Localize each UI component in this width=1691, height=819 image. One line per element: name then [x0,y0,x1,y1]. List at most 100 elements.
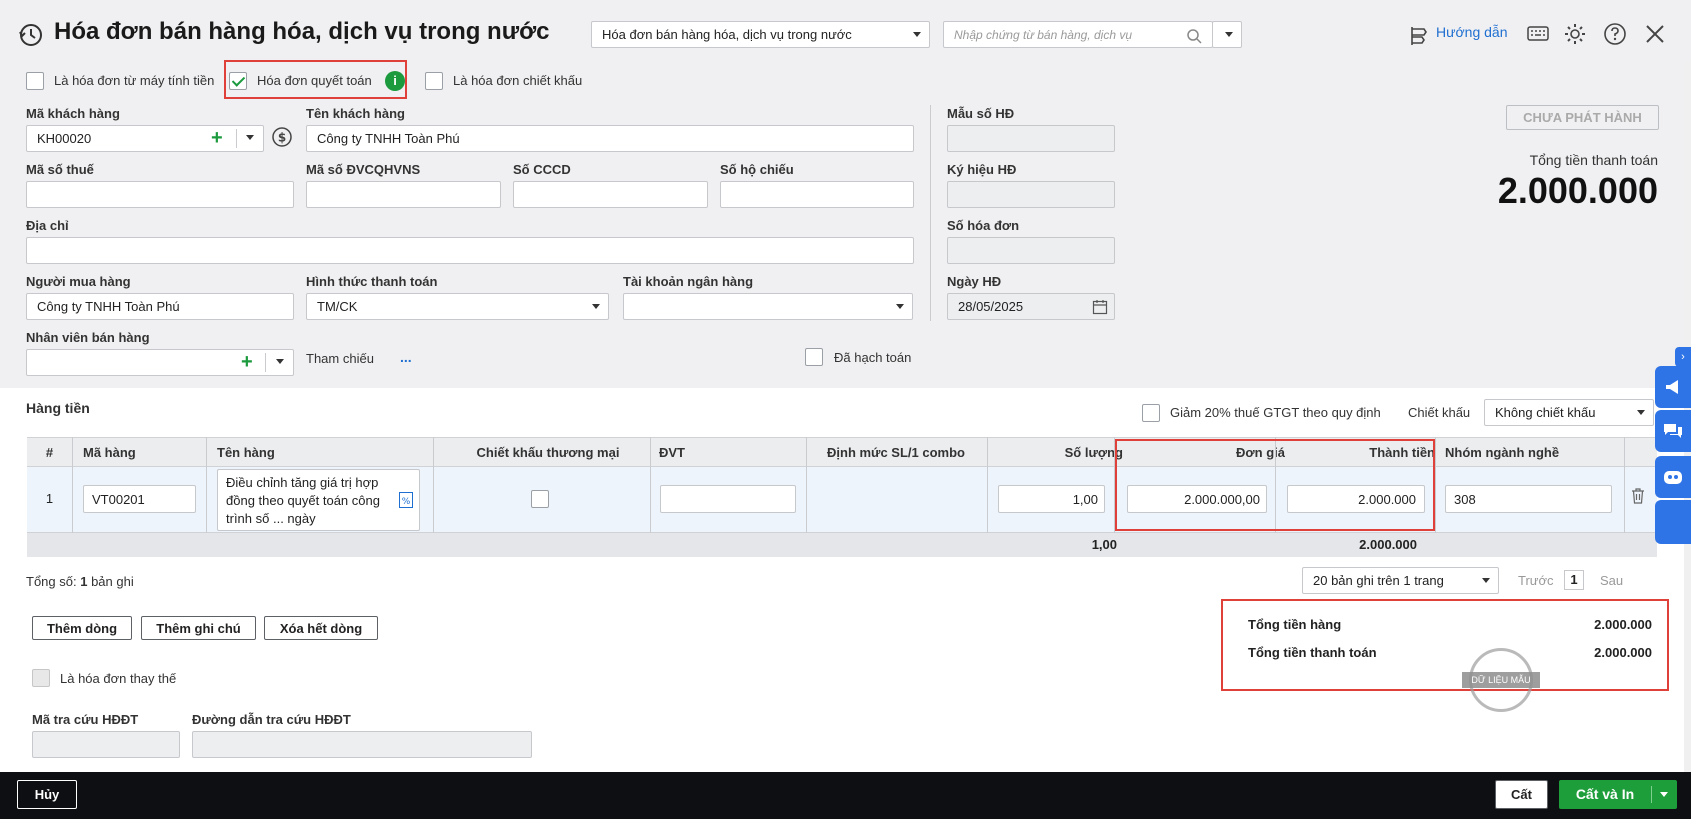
help-icon[interactable] [1603,22,1627,46]
save-print-label: Cất và In [1575,786,1635,802]
next-page-button[interactable]: Sau [1600,573,1623,588]
posted-checkbox[interactable] [805,348,823,366]
customer-code-value: KH00020 [37,131,92,146]
calendar-icon[interactable] [1092,299,1108,315]
chevron-down-icon [246,135,254,140]
item-name-input[interactable]: Điều chỉnh tăng giá trị hợp đồng theo qu… [217,469,420,531]
trade-discount-checkbox[interactable] [531,490,549,508]
posted-label: Đã hạch toán [834,350,912,365]
svg-text:%: % [402,497,411,507]
invoice-type-value: Hóa đơn bán hàng hóa, dịch vụ trong nước [602,27,852,42]
lookup-code-input [32,731,180,758]
history-icon[interactable] [18,22,44,48]
customer-name-label: Tên khách hàng [306,106,405,121]
page-size-select[interactable]: 20 bản ghi trên 1 trang [1302,567,1499,594]
budget-code-input[interactable] [306,181,501,208]
unit-input[interactable] [660,485,796,513]
reference-more-link[interactable]: ... [400,349,412,365]
cash-register-checkbox[interactable] [26,72,44,90]
payment-method-label: Hình thức thanh toán [306,274,438,289]
column-divider [1435,437,1436,533]
invoice-date-input[interactable]: 28/05/2025 [947,293,1115,320]
side-tab-announcements[interactable] [1655,366,1691,408]
cccd-label: Số CCCD [513,162,571,177]
template-label: Mẫu số HĐ [947,106,1015,121]
cancel-button[interactable]: Hủy [17,780,77,809]
replacement-invoice-checkbox[interactable] [32,669,50,687]
reference-label: Tham chiếu [306,351,374,366]
customer-code-input[interactable]: KH00020 [26,125,264,152]
side-tab-chat[interactable] [1655,410,1691,452]
column-header-index: # [45,445,54,460]
save-print-dropdown[interactable] [1651,780,1677,809]
chevron-down-icon [1482,578,1490,583]
column-header-quantity[interactable]: Số lượng [987,438,1123,467]
total-payment-amount: 2.000.000 [1497,170,1658,211]
industry-input[interactable]: 308 [1445,485,1612,513]
settlement-invoice-checkbox[interactable] [229,72,247,90]
lookup-url-label: Đường dẫn tra cứu HĐĐT [192,712,351,727]
column-divider [1624,437,1625,533]
add-icon[interactable]: + [241,349,253,376]
keyboard-icon[interactable] [1526,23,1550,45]
item-code-input[interactable]: VT00201 [83,485,196,513]
delete-all-rows-button[interactable]: Xóa hết dòng [264,616,378,640]
side-collapse-toggle[interactable]: › [1675,347,1691,367]
chevron-down-icon [896,304,904,309]
column-header-trade-discount[interactable]: Chiết khấu thương mại [433,438,663,467]
search-dropdown-button[interactable] [1212,21,1242,48]
address-input[interactable] [26,237,914,264]
tax-code-input[interactable] [26,181,294,208]
cccd-input[interactable] [513,181,708,208]
footer-bar: Hủy Cất Cất và In [0,772,1691,819]
payment-method-value: TM/CK [317,299,358,314]
guide-icon[interactable] [1406,24,1430,48]
customer-name-input[interactable]: Công ty TNHH Toàn Phú [306,125,914,152]
page-title: Hóa đơn bán hàng hóa, dịch vụ trong nước [54,18,550,45]
column-header-industry[interactable]: Nhóm ngành nghề [1445,438,1559,467]
close-icon[interactable] [1645,24,1665,44]
side-tab-assistant[interactable] [1655,456,1691,498]
buyer-input[interactable]: Công ty TNHH Toàn Phú [26,293,294,320]
customer-code-label: Mã khách hàng [26,106,120,121]
discount-label: Chiết khấu [1408,405,1471,420]
customer-dropdown-button[interactable] [236,125,264,152]
quantity-value: 1,00 [1072,491,1098,507]
quantity-input[interactable]: 1,00 [998,485,1105,513]
trash-icon[interactable] [1631,488,1645,504]
percent-icon[interactable]: % [399,492,413,508]
record-count-suffix: bản ghi [91,574,134,589]
column-header-combo[interactable]: Định mức SL/1 combo [806,438,986,467]
discount-invoice-checkbox[interactable] [425,72,443,90]
gear-icon[interactable] [1563,22,1587,46]
help-link[interactable]: Hướng dẫn [1436,24,1507,40]
record-count-prefix: Tổng số: [26,574,77,589]
column-header-code[interactable]: Mã hàng [83,438,136,467]
save-button[interactable]: Cất [1495,780,1548,809]
add-row-button[interactable]: Thêm dòng [32,616,132,640]
payment-method-select[interactable]: TM/CK [306,293,609,320]
add-note-button[interactable]: Thêm ghi chú [141,616,256,640]
salesperson-input[interactable] [26,349,294,376]
buyer-label: Người mua hàng [26,274,131,289]
discount-invoice-label: Là hóa đơn chiết khấu [453,73,583,88]
invoice-type-select[interactable]: Hóa đơn bán hàng hóa, dịch vụ trong nước [591,21,930,48]
search-icon[interactable] [1186,28,1202,44]
bank-account-select[interactable] [623,293,913,320]
column-header-name[interactable]: Tên hàng [217,438,275,467]
currency-icon[interactable]: $ [271,126,293,148]
passport-input[interactable] [720,181,914,208]
search-input[interactable]: Nhập chứng từ bán hàng, dịch vụ [943,21,1213,48]
add-icon[interactable]: + [211,125,223,152]
column-header-unit[interactable]: ĐVT [659,438,685,467]
current-page[interactable]: 1 [1564,570,1584,590]
chat-icon [1664,424,1682,438]
save-print-button[interactable]: Cất và In [1559,780,1677,809]
salesperson-dropdown-button[interactable] [265,349,294,376]
prev-page-button[interactable]: Trước [1518,573,1554,588]
side-tab-extra[interactable] [1655,500,1691,544]
vat-reduction-checkbox[interactable] [1142,404,1160,422]
info-icon[interactable]: i [385,71,405,91]
robot-icon [1664,471,1682,484]
discount-select[interactable]: Không chiết khấu [1484,399,1654,426]
